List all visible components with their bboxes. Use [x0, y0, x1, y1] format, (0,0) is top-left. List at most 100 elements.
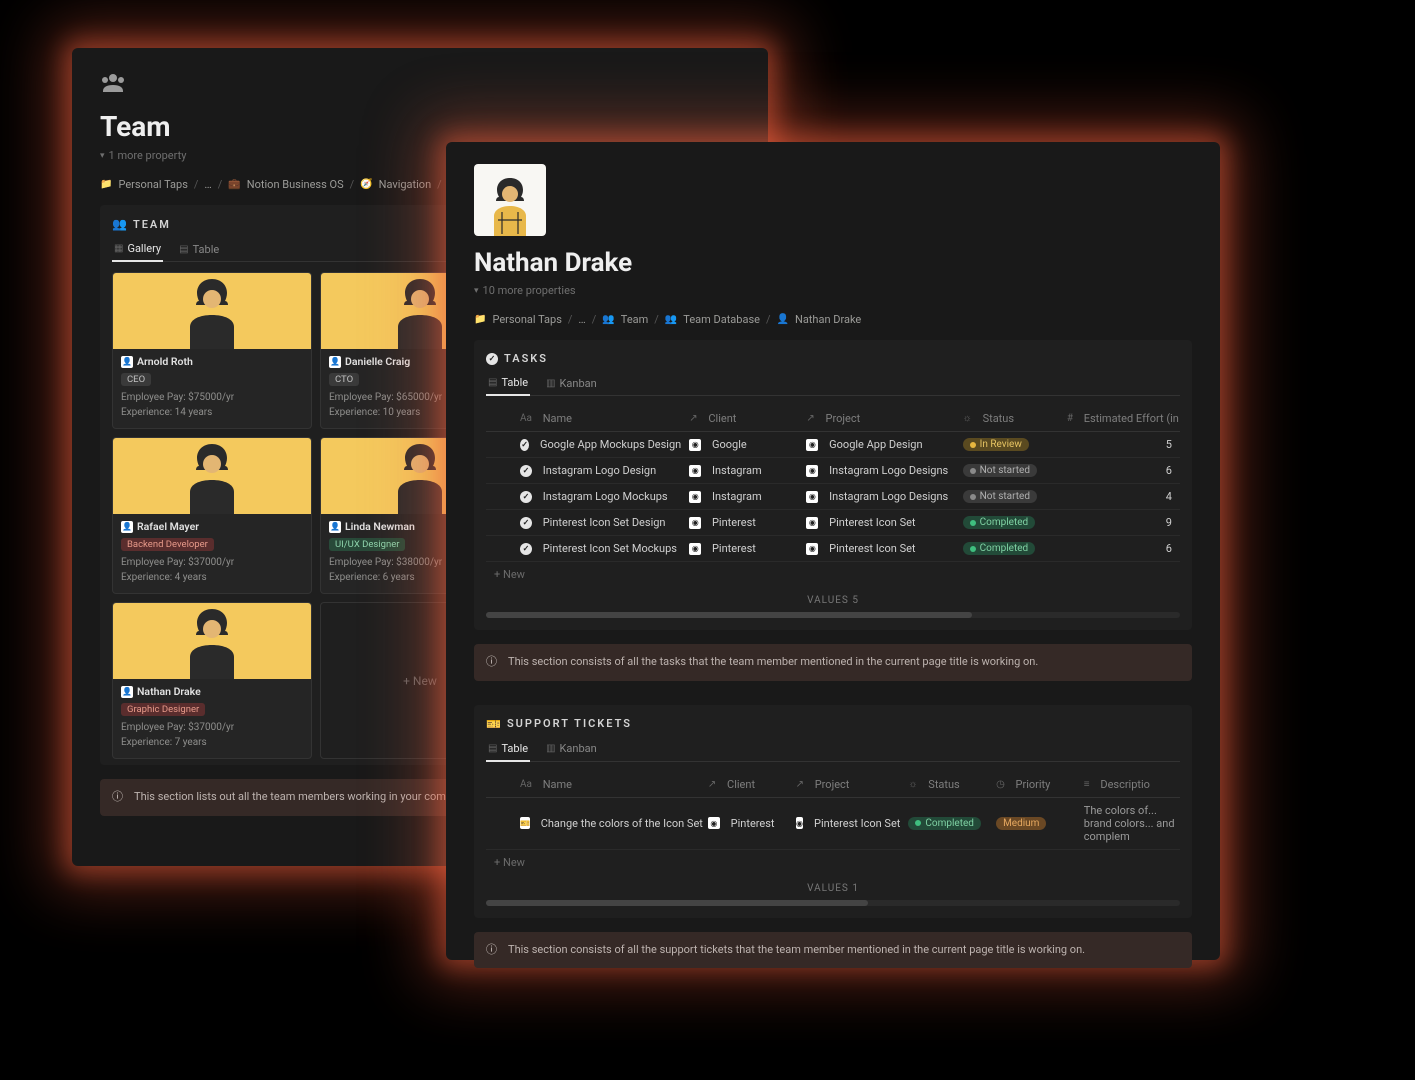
db-title[interactable]: SUPPORT TICKETS	[507, 717, 632, 730]
member-name: Arnold Roth	[137, 355, 193, 368]
team-icon: 👥	[602, 314, 614, 325]
view-table[interactable]: ▤Table	[486, 371, 530, 396]
table-icon: ▤	[488, 377, 497, 388]
briefcase-icon: 💼	[228, 179, 240, 190]
effort-value: 5	[1063, 438, 1180, 451]
more-properties-label: 1 more property	[109, 149, 187, 162]
table-row[interactable]: ✓ Pinterest Icon Set Design◉ Pinterest◉ …	[486, 510, 1180, 536]
table-row[interactable]: ✓ Google App Mockups Design◉ Google◉ Goo…	[486, 432, 1180, 458]
table-row[interactable]: 🎫 Change the colors of the Icon Set to d…	[486, 798, 1180, 850]
person-icon: 👤	[121, 356, 133, 368]
status-badge: Not started	[963, 490, 1037, 503]
new-row-button[interactable]: + New	[486, 850, 1180, 875]
person-icon: 👤	[777, 314, 789, 325]
effort-value: 4	[1063, 490, 1180, 503]
page-title: Nathan Drake	[474, 248, 1192, 278]
horizontal-scrollbar[interactable]	[486, 900, 1180, 906]
project-icon: ◉	[796, 817, 804, 829]
effort-value: 9	[1063, 516, 1180, 529]
person-icon: 👤	[329, 521, 341, 533]
member-name: Danielle Craig	[345, 355, 410, 368]
team-card[interactable]: 👤Nathan DrakeGraphic DesignerEmployee Pa…	[112, 602, 312, 759]
breadcrumb[interactable]: 📁Personal Taps/ …/ 👥Team/ 👥Team Database…	[474, 313, 1192, 326]
view-table[interactable]: ▤Table	[177, 238, 221, 261]
tickets-database: 🎫SUPPORT TICKETS ▤Table ▥Kanban Aa Name …	[474, 705, 1192, 918]
nav-icon: 🧭	[360, 179, 372, 190]
task-name: Pinterest Icon Set Design	[543, 516, 666, 529]
ticket-icon: 🎫	[520, 817, 530, 829]
exp-text: Experience: 7 years	[121, 735, 303, 750]
status-icon: ☼	[963, 413, 972, 424]
member-name: Linda Newman	[345, 520, 415, 533]
info-text: This section consists of all the tasks t…	[508, 654, 1038, 671]
status-badge: Completed	[908, 817, 981, 830]
desc-text: The colors of... brand colors... and com…	[1080, 804, 1180, 843]
check-icon: ✓	[486, 353, 498, 365]
chevron-down-icon: ▾	[474, 286, 479, 296]
info-icon: ⓘ	[486, 942, 500, 959]
chevron-down-icon: ▾	[100, 151, 105, 161]
view-kanban[interactable]: ▥Kanban	[544, 372, 599, 395]
table-row[interactable]: ✓ Pinterest Icon Set Mockups◉ Pinterest◉…	[486, 536, 1180, 562]
relation-icon: ↗	[689, 413, 697, 424]
project-icon: ◉	[806, 465, 818, 477]
info-icon: ⓘ	[112, 789, 126, 806]
ticket-name: Change the colors of the Icon Set to dar…	[541, 817, 704, 830]
info-icon: ⓘ	[486, 654, 500, 671]
team-card[interactable]: 👤Rafael MayerBackend DeveloperEmployee P…	[112, 437, 312, 594]
check-icon: ✓	[520, 491, 532, 503]
check-icon: ✓	[520, 465, 532, 477]
page-title: Team	[100, 110, 740, 143]
table-header: Aa Name ↗ Client ↗ Project ☼ Status # Es…	[486, 406, 1180, 432]
client-icon: ◉	[689, 491, 701, 503]
team-card[interactable]: 👤Arnold RothCEOEmployee Pay: $75000/yrEx…	[112, 272, 312, 429]
db-title[interactable]: TEAM	[133, 218, 171, 231]
role-tag: Graphic Designer	[121, 703, 205, 716]
horizontal-scrollbar[interactable]	[486, 612, 1180, 618]
view-kanban[interactable]: ▥Kanban	[544, 737, 599, 760]
check-icon: ✓	[520, 543, 532, 555]
person-icon: 👤	[329, 356, 341, 368]
team-icon	[100, 70, 740, 100]
more-properties-toggle[interactable]: ▾ 10 more properties	[474, 284, 1192, 297]
info-callout: ⓘ This section consists of all the tasks…	[474, 644, 1192, 681]
task-name: Google App Mockups Design	[540, 438, 681, 451]
pay-text: Employee Pay: $37000/yr	[121, 720, 303, 735]
team-icon: 👥	[112, 217, 127, 231]
project-icon: ◉	[806, 517, 818, 529]
table-row[interactable]: ✓ Instagram Logo Mockups◉ Instagram◉ Ins…	[486, 484, 1180, 510]
page-avatar[interactable]	[474, 164, 546, 236]
info-text: This section consists of all the support…	[508, 942, 1085, 959]
client-icon: ◉	[689, 517, 701, 529]
effort-value: 6	[1063, 464, 1180, 477]
role-tag: Backend Developer	[121, 538, 214, 551]
new-row-button[interactable]: + New	[486, 562, 1180, 587]
kanban-icon: ▥	[546, 378, 555, 389]
status-badge: Not started	[963, 464, 1037, 477]
tasks-database: ✓ TASKS ▤Table ▥Kanban Aa Name ↗ Client ↗…	[474, 340, 1192, 630]
person-page-panel: Nathan Drake ▾ 10 more properties 📁Perso…	[446, 142, 1220, 960]
person-icon: 👤	[121, 686, 133, 698]
role-tag: CEO	[121, 373, 151, 386]
status-badge: In Review	[963, 438, 1029, 451]
view-table[interactable]: ▤Table	[486, 737, 530, 762]
project-icon: ◉	[806, 491, 818, 503]
check-icon: ✓	[520, 439, 529, 451]
table-icon: ▤	[179, 244, 188, 255]
relation-icon: ↗	[806, 413, 814, 424]
effort-value: 6	[1063, 542, 1180, 555]
status-badge: Completed	[963, 542, 1036, 555]
pay-text: Employee Pay: $75000/yr	[121, 390, 303, 405]
avatar-cover	[113, 438, 311, 514]
db-title[interactable]: TASKS	[504, 352, 548, 365]
table-row[interactable]: ✓ Instagram Logo Design◉ Instagram◉ Inst…	[486, 458, 1180, 484]
more-properties-label: 10 more properties	[483, 284, 576, 297]
role-tag: UI/UX Designer	[329, 538, 405, 551]
view-gallery[interactable]: ▦Gallery	[112, 237, 163, 262]
table-icon: ▤	[488, 743, 497, 754]
person-icon: 👤	[121, 521, 133, 533]
client-icon: ◉	[689, 465, 701, 477]
kanban-icon: ▥	[546, 743, 555, 754]
status-badge: Completed	[963, 516, 1036, 529]
ticket-icon: 🎫	[486, 717, 501, 731]
